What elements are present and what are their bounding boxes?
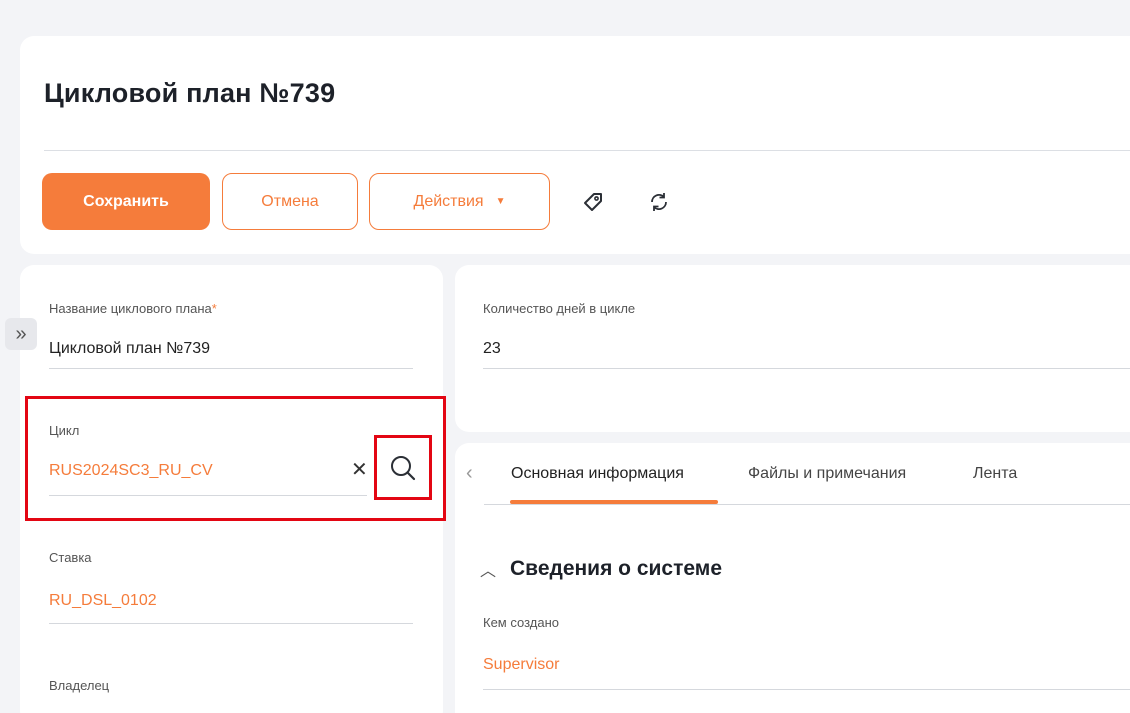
double-chevron-right-icon[interactable]: » bbox=[5, 318, 37, 350]
days-in-cycle-underline bbox=[483, 368, 1130, 369]
cancel-button[interactable]: Отмена bbox=[222, 173, 358, 230]
plan-name-underline bbox=[49, 368, 413, 369]
section-title: Сведения о системе bbox=[510, 557, 723, 580]
tag-icon[interactable] bbox=[580, 189, 606, 215]
tabs-divider bbox=[484, 504, 1130, 505]
tab-main-info[interactable]: Основная информация bbox=[511, 465, 684, 483]
plan-name-label-text: Название циклового плана bbox=[49, 301, 212, 316]
cycle-underline bbox=[49, 495, 367, 496]
search-icon[interactable] bbox=[374, 435, 432, 500]
tab-feed[interactable]: Лента bbox=[973, 465, 1017, 483]
created-by-label: Кем создано bbox=[483, 615, 559, 630]
cycle-days-panel bbox=[455, 265, 1130, 432]
save-button[interactable]: Сохранить bbox=[42, 173, 210, 230]
plan-name-field[interactable]: Цикловой план №739 bbox=[49, 340, 210, 358]
created-by-field[interactable]: Supervisor bbox=[483, 656, 559, 674]
cycle-field[interactable]: RUS2024SC3_RU_CV bbox=[49, 462, 213, 480]
title-divider bbox=[44, 150, 1130, 151]
days-in-cycle-label: Количество дней в цикле bbox=[483, 301, 636, 316]
chevron-left-icon[interactable]: ‹ bbox=[466, 462, 473, 485]
system-info-section-header[interactable]: ︿ Сведения о системе bbox=[480, 557, 722, 581]
plan-name-label: Название циклового плана* bbox=[49, 301, 217, 316]
tab-files-notes[interactable]: Файлы и примечания bbox=[748, 465, 906, 483]
page-title: Цикловой план №739 bbox=[44, 78, 336, 108]
refresh-icon[interactable] bbox=[646, 189, 672, 215]
rate-field[interactable]: RU_DSL_0102 bbox=[49, 592, 157, 610]
cycle-label: Цикл bbox=[49, 423, 80, 438]
caret-down-icon: ▼ bbox=[495, 196, 506, 207]
chevron-up-icon: ︿ bbox=[480, 563, 497, 580]
close-icon[interactable]: ✕ bbox=[351, 460, 368, 480]
created-by-underline bbox=[483, 689, 1130, 690]
required-mark: * bbox=[211, 301, 217, 316]
days-in-cycle-field[interactable]: 23 bbox=[483, 340, 501, 358]
rate-label: Ставка bbox=[49, 550, 92, 565]
actions-dropdown-button[interactable]: Действия ▼ bbox=[369, 173, 550, 230]
rate-underline bbox=[49, 623, 413, 624]
owner-label: Владелец bbox=[49, 678, 110, 693]
actions-label: Действия bbox=[413, 192, 484, 210]
